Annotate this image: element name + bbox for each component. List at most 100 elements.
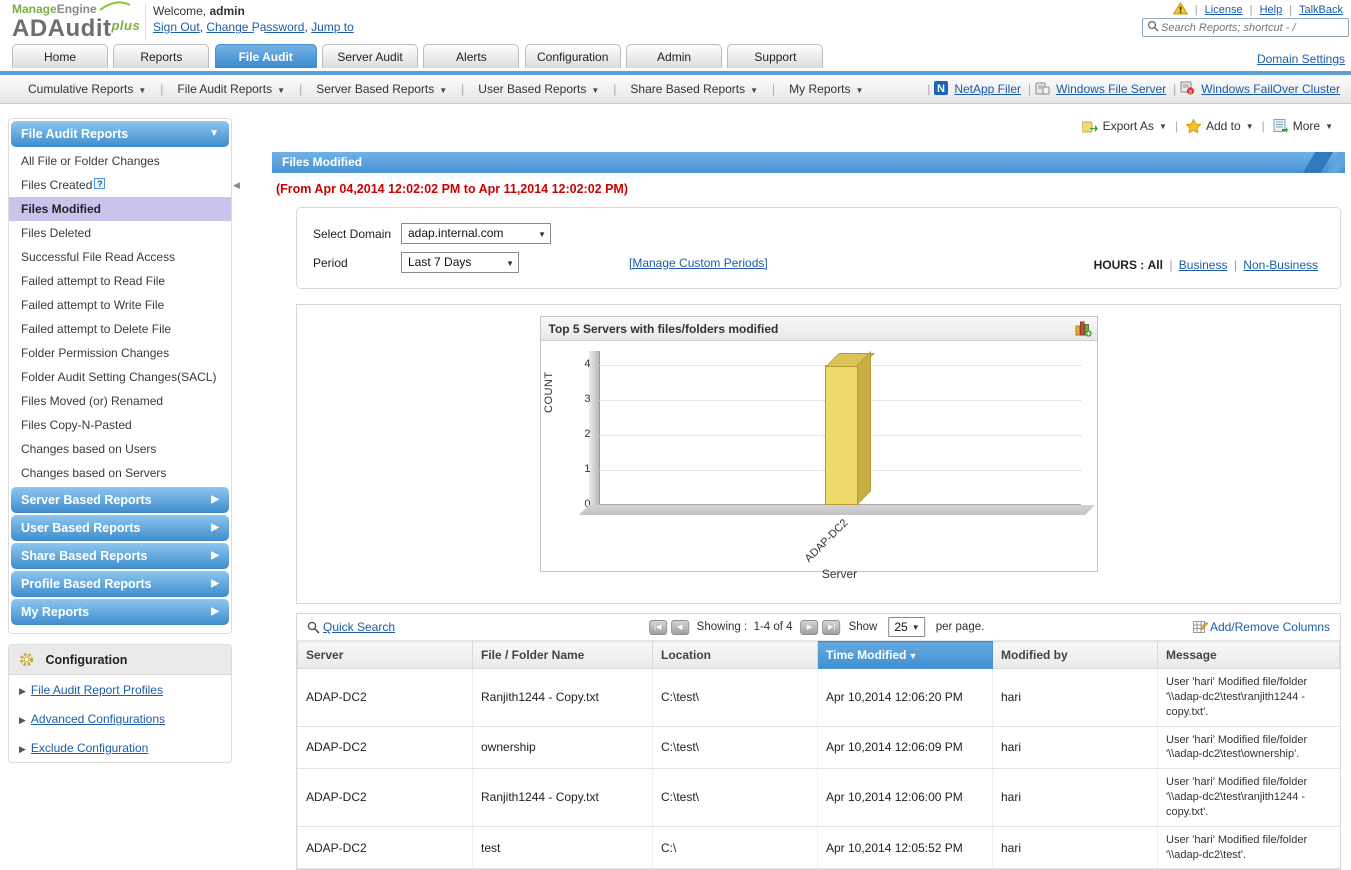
- column-header-message[interactable]: Message: [1158, 642, 1340, 669]
- chart-box: Top 5 Servers with files/folders modifie…: [540, 316, 1098, 572]
- column-header-server[interactable]: Server: [298, 642, 473, 669]
- search-input[interactable]: [1159, 21, 1344, 35]
- more-button[interactable]: More▼: [1273, 119, 1333, 133]
- sidebar-item-folder-audit-setting-changes[interactable]: Folder Audit Setting Changes(SACL): [9, 365, 231, 389]
- sidebar-item-failed-delete[interactable]: Failed attempt to Delete File: [9, 317, 231, 341]
- jump-to-link[interactable]: Jump to: [311, 20, 354, 34]
- manage-custom-periods-link[interactable]: [Manage Custom Periods]: [629, 256, 768, 270]
- windows-file-server-link[interactable]: Windows File Server: [1056, 82, 1166, 96]
- quick-search-button[interactable]: Quick Search: [307, 620, 395, 634]
- y-tick: 3: [573, 393, 591, 405]
- sidebar-item-changes-based-on-servers[interactable]: Changes based on Servers: [9, 461, 231, 485]
- help-icon[interactable]: ?: [94, 178, 105, 189]
- sidebar-item-files-copy-n-pasted[interactable]: Files Copy-N-Pasted: [9, 413, 231, 437]
- add-to-button[interactable]: Add to▼: [1186, 119, 1254, 133]
- sidebar-item-files-moved-renamed[interactable]: Files Moved (or) Renamed: [9, 389, 231, 413]
- cell-file: test: [473, 826, 653, 869]
- add-remove-columns-button[interactable]: Add/Remove Columns: [1193, 620, 1330, 634]
- logo-swoosh-icon: [98, 0, 132, 15]
- hours-nonbusiness-link[interactable]: Non-Business: [1243, 258, 1318, 272]
- tab-server-audit[interactable]: Server Audit: [322, 44, 418, 68]
- sidebar-section-my-reports[interactable]: My Reports▶: [11, 599, 229, 625]
- gear-icon: [19, 652, 34, 667]
- menu-my-reports[interactable]: My Reports▼: [789, 82, 863, 96]
- chevron-down-icon: ▼: [912, 619, 920, 637]
- chevron-right-icon: ▶: [211, 515, 219, 541]
- hours-all[interactable]: All: [1148, 258, 1163, 272]
- config-link-advanced-configurations[interactable]: ▶Advanced Configurations: [9, 704, 231, 733]
- column-header-location[interactable]: Location: [653, 642, 818, 669]
- sidebar-section-share-based-reports[interactable]: Share Based Reports▶: [11, 543, 229, 569]
- sign-out-link[interactable]: Sign Out: [153, 20, 200, 34]
- warning-icon[interactable]: [1173, 6, 1191, 18]
- menu-file-audit-reports[interactable]: File Audit Reports▼: [177, 82, 285, 96]
- domain-settings-link[interactable]: Domain Settings: [1257, 52, 1345, 66]
- tab-admin[interactable]: Admin: [626, 44, 722, 68]
- tab-reports[interactable]: Reports: [113, 44, 209, 68]
- config-link-file-audit-report-profiles[interactable]: ▶File Audit Report Profiles: [9, 675, 231, 704]
- chevron-down-icon: ▼: [1159, 122, 1167, 131]
- menu-user-based-reports[interactable]: User Based Reports▼: [478, 82, 599, 96]
- menu-server-based-reports[interactable]: Server Based Reports▼: [316, 82, 447, 96]
- sidebar-item-folder-permission-changes[interactable]: Folder Permission Changes: [9, 341, 231, 365]
- sidebar-item-successful-file-read-access[interactable]: Successful File Read Access: [9, 245, 231, 269]
- page-size-select[interactable]: 25▼: [888, 617, 924, 637]
- sort-desc-icon: ▼: [908, 651, 917, 661]
- sidebar-item-changes-based-on-users[interactable]: Changes based on Users: [9, 437, 231, 461]
- sidebar-section-file-audit-reports[interactable]: File Audit Reports▼: [11, 121, 229, 147]
- cell-by: hari: [993, 669, 1158, 727]
- showing-range: 1-4 of 4: [754, 621, 793, 633]
- period-label: Period: [313, 256, 401, 270]
- menu-cumulative-reports[interactable]: Cumulative Reports▼: [28, 82, 146, 96]
- chevron-down-icon: ▼: [1325, 122, 1333, 131]
- netapp-filer-link[interactable]: NetApp Filer: [954, 82, 1021, 96]
- help-link[interactable]: Help: [1260, 4, 1283, 16]
- sidebar-item-files-modified[interactable]: Files Modified: [9, 197, 231, 221]
- tab-alerts[interactable]: Alerts: [423, 44, 519, 68]
- sidebar-item-failed-read[interactable]: Failed attempt to Read File: [9, 269, 231, 293]
- export-as-button[interactable]: Export As▼: [1082, 119, 1167, 133]
- sidebar-collapse-handle[interactable]: ◀: [233, 166, 242, 204]
- brand-engine: Engine: [57, 2, 97, 16]
- sidebar-item-failed-write[interactable]: Failed attempt to Write File: [9, 293, 231, 317]
- sidebar-section-user-based-reports[interactable]: User Based Reports▶: [11, 515, 229, 541]
- column-header-time-modified[interactable]: Time Modified▼: [818, 642, 993, 669]
- menu-share-based-reports[interactable]: Share Based Reports▼: [630, 82, 758, 96]
- column-header-modified-by[interactable]: Modified by: [993, 642, 1158, 669]
- cell-by: hari: [993, 726, 1158, 769]
- config-link-exclude-configuration[interactable]: ▶Exclude Configuration: [9, 733, 231, 762]
- domain-select[interactable]: adap.internal.com▼: [401, 223, 551, 244]
- talkback-link[interactable]: TalkBack: [1299, 4, 1343, 16]
- cell-location: C:\test\: [653, 669, 818, 727]
- first-page-button[interactable]: |◀: [649, 620, 667, 635]
- reports-menubar: Cumulative Reports▼ | File Audit Reports…: [0, 75, 1351, 104]
- sidebar-item-files-created[interactable]: Files Created?: [9, 173, 231, 197]
- sidebar-item-all-file-or-folder-changes[interactable]: All File or Folder Changes: [9, 149, 231, 173]
- y-tick: 4: [573, 358, 591, 370]
- tab-support[interactable]: Support: [727, 44, 823, 68]
- filter-panel: Select Domain adap.internal.com▼ Period …: [296, 207, 1341, 289]
- cell-time: Apr 10,2014 12:06:00 PM: [818, 769, 993, 827]
- license-link[interactable]: License: [1205, 4, 1243, 16]
- column-header-file-folder-name[interactable]: File / Folder Name: [473, 642, 653, 669]
- chart-body: COUNT 4 3 2 1 0: [541, 341, 1097, 571]
- chart-title-bar: Top 5 Servers with files/folders modifie…: [541, 317, 1097, 341]
- last-page-button[interactable]: ▶|: [823, 620, 841, 635]
- chevron-down-icon: ▼: [506, 254, 514, 273]
- cell-server: ADAP-DC2: [298, 669, 473, 727]
- sidebar-section-server-based-reports[interactable]: Server Based Reports▶: [11, 487, 229, 513]
- cell-time: Apr 10,2014 12:06:09 PM: [818, 726, 993, 769]
- cell-by: hari: [993, 826, 1158, 869]
- hours-business-link[interactable]: Business: [1179, 258, 1228, 272]
- cell-server: ADAP-DC2: [298, 826, 473, 869]
- sidebar-item-files-deleted[interactable]: Files Deleted: [9, 221, 231, 245]
- next-page-button[interactable]: ▶: [801, 620, 819, 635]
- prev-page-button[interactable]: ◀: [671, 620, 689, 635]
- period-select[interactable]: Last 7 Days▼: [401, 252, 519, 273]
- tab-configuration[interactable]: Configuration: [525, 44, 621, 68]
- sidebar-section-profile-based-reports[interactable]: Profile Based Reports▶: [11, 571, 229, 597]
- tab-file-audit[interactable]: File Audit: [215, 44, 317, 68]
- windows-failover-cluster-link[interactable]: Windows FailOver Cluster: [1201, 82, 1340, 96]
- tab-home[interactable]: Home: [12, 44, 108, 68]
- y-tick: 1: [573, 463, 591, 475]
